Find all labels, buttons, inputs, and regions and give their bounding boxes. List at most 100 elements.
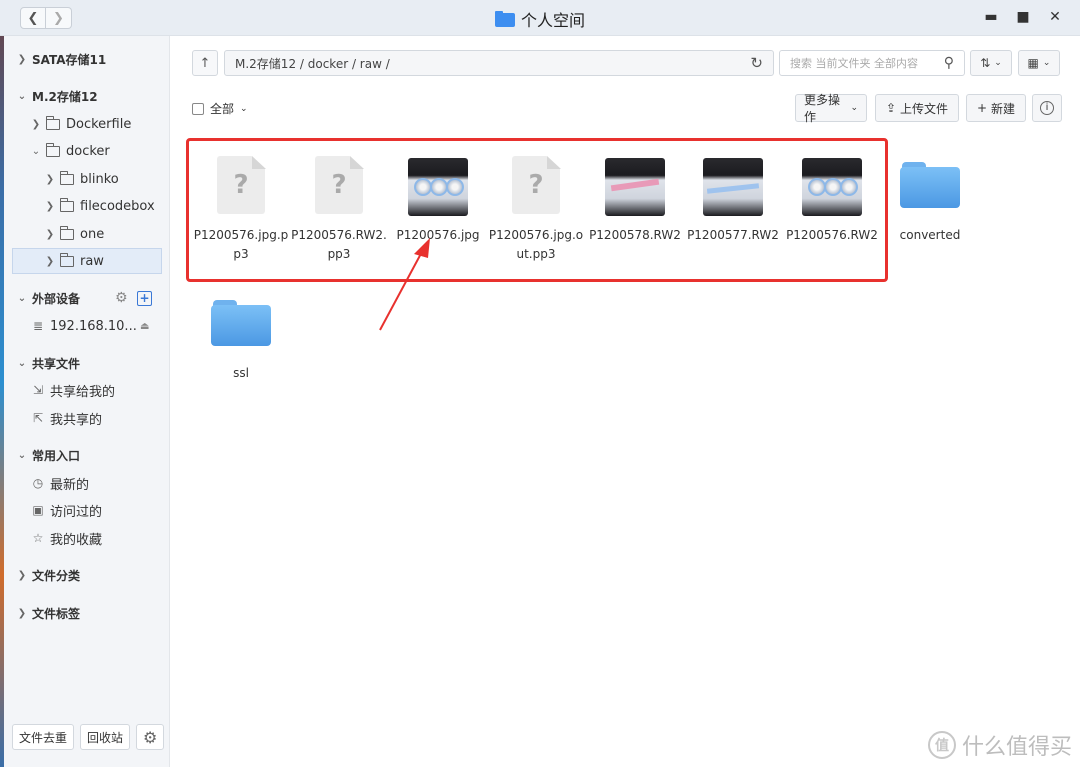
settings-button[interactable]: ⚙ — [136, 724, 165, 750]
sidebar-item-favorites[interactable]: ☆ 我的收藏 — [4, 525, 170, 551]
file-name: P1200577.RW2 — [687, 228, 779, 242]
file-tile[interactable]: P1200577.RW2 — [685, 156, 781, 245]
share-out-icon: ⇱ — [32, 411, 44, 425]
file-thumbnail — [703, 156, 763, 216]
folder-icon — [60, 170, 74, 185]
sidebar-item-dockerfile[interactable]: ❯ Dockerfile — [4, 111, 170, 137]
file-tile[interactable]: ? P1200576.RW2.pp3 — [291, 156, 387, 264]
info-button[interactable]: i — [1032, 94, 1062, 122]
chevron-right-icon[interactable]: ❯ — [44, 256, 56, 267]
sidebar-item-m2[interactable]: ⌄ M.2存储12 — [4, 83, 170, 109]
sidebar-item-my-shared[interactable]: ⇱ 我共享的 — [4, 405, 170, 431]
refresh-icon[interactable]: ↻ — [750, 54, 763, 72]
folder-name: ssl — [233, 366, 249, 380]
chevron-right-icon[interactable]: ❯ — [30, 119, 42, 130]
gear-icon[interactable]: ⚙ — [115, 290, 128, 306]
sidebar-item-blinko[interactable]: ❯ blinko — [4, 166, 170, 192]
chevron-right-icon[interactable]: ❯ — [16, 608, 28, 619]
select-all[interactable]: 全部 ⌄ — [192, 100, 248, 117]
sidebar-section-tags[interactable]: ❯ 文件标签 — [4, 600, 170, 626]
file-thumbnail — [605, 156, 665, 216]
sidebar-item-recent[interactable]: ◷ 最新的 — [4, 470, 170, 496]
chevron-down-icon[interactable]: ⌄ — [16, 293, 28, 304]
path-field[interactable]: M.2存储12 / docker / raw / ↻ — [224, 50, 774, 76]
add-device-icon[interactable]: + — [137, 290, 152, 306]
chevron-down-icon[interactable]: ⌄ — [30, 146, 42, 157]
sidebar-item-network-device[interactable]: ≣ 192.168.10... ⏏ — [4, 313, 170, 339]
file-thumbnail: ? — [309, 156, 369, 216]
info-icon: i — [1040, 101, 1054, 115]
chevron-down-icon: ⌄ — [1042, 58, 1051, 68]
plus-icon: + — [976, 101, 988, 115]
file-tile[interactable]: ? P1200576.jpg.out.pp3 — [488, 156, 584, 264]
share-in-icon: ⇲ — [32, 383, 44, 397]
window-controls: ▬ ■ ✕ — [982, 8, 1064, 26]
folder-icon — [46, 142, 60, 157]
chevron-right-icon[interactable]: ❯ — [16, 54, 28, 65]
eject-icon[interactable]: ⏏ — [140, 321, 149, 332]
sidebar-item-sata[interactable]: ❯ SATA存储11 — [4, 46, 170, 72]
file-thumbnail — [408, 156, 468, 216]
photo-thumbnail — [408, 158, 468, 216]
chevron-right-icon[interactable]: ❯ — [44, 174, 56, 185]
sidebar-section-shared[interactable]: ⌄ 共享文件 — [4, 350, 170, 376]
gear-icon: ⚙ — [143, 727, 158, 747]
file-tile[interactable]: ? P1200576.jpg.pp3 — [193, 156, 289, 264]
annotation-arrow — [379, 238, 430, 331]
sidebar-item-shared-to-me[interactable]: ⇲ 共享给我的 — [4, 377, 170, 403]
chevron-down-icon[interactable]: ⌄ — [16, 358, 28, 369]
close-icon[interactable]: ✕ — [1046, 8, 1064, 26]
file-name: P1200576.jpg.out.pp3 — [488, 228, 584, 261]
search-input[interactable]: 搜索 当前文件夹 全部内容 ⚲ — [779, 50, 965, 76]
search-icon[interactable]: ⚲ — [944, 55, 954, 71]
sidebar-item-one[interactable]: ❯ one — [4, 221, 170, 247]
upload-button[interactable]: ⇪ 上传文件 — [875, 94, 959, 122]
maximize-icon[interactable]: ■ — [1014, 8, 1032, 26]
grid-icon: ▦ — [1027, 56, 1039, 70]
new-button[interactable]: + 新建 — [966, 94, 1026, 122]
view-mode-button[interactable]: ▦ ⌄ — [1018, 50, 1060, 76]
dedupe-button[interactable]: 文件去重 — [12, 724, 75, 750]
folder-tile[interactable]: ssl — [193, 294, 289, 383]
server-icon: ≣ — [32, 319, 44, 333]
file-tile[interactable]: P1200576.RW2 — [784, 156, 880, 245]
folder-thumbnail — [900, 156, 960, 216]
chevron-right-icon[interactable]: ❯ — [44, 229, 56, 240]
minimize-icon[interactable]: ▬ — [982, 8, 1000, 26]
file-name: P1200578.RW2 — [589, 228, 681, 242]
sidebar-item-filecodebox[interactable]: ❯ filecodebox — [4, 193, 170, 219]
chevron-down-icon: ⌄ — [240, 103, 248, 114]
sidebar: ❯ SATA存储11 ⌄ M.2存储12 ❯ Dockerfile ⌄ docker ❯… — [4, 36, 170, 767]
chevron-down-icon: ⌄ — [850, 103, 858, 113]
sort-button[interactable]: ⇅ ⌄ — [970, 50, 1012, 76]
chevron-down-icon[interactable]: ⌄ — [16, 450, 28, 461]
chevron-right-icon[interactable]: ❯ — [16, 570, 28, 581]
chevron-right-icon[interactable]: ❯ — [44, 201, 56, 212]
folder-icon — [211, 300, 271, 346]
up-level-button[interactable]: ↑ — [192, 50, 218, 76]
sidebar-section-external[interactable]: ⌄ 外部设备 ⚙ + — [4, 285, 170, 311]
recycle-bin-button[interactable]: 回收站 — [80, 724, 131, 750]
file-tile[interactable]: P1200578.RW2 — [587, 156, 683, 245]
select-all-checkbox[interactable] — [192, 102, 204, 115]
folder-thumbnail — [211, 294, 271, 354]
folder-icon — [900, 162, 960, 208]
window-title: 个人空间 — [0, 7, 1080, 31]
chevron-down-icon: ⌄ — [994, 58, 1002, 68]
sidebar-item-docker[interactable]: ⌄ docker — [4, 138, 170, 164]
folder-icon — [60, 225, 74, 240]
watermark: 值 什么值得买 — [927, 729, 1072, 761]
sidebar-section-common[interactable]: ⌄ 常用入口 — [4, 442, 170, 468]
file-tile[interactable]: P1200576.jpg — [390, 156, 486, 245]
file-manager-window: ❮ ❯ 个人空间 ▬ ■ ✕ ❯ SATA存储11 ⌄ M.2存储12 ❯ Docke… — [0, 0, 1080, 767]
more-actions-button[interactable]: 更多操作 ⌄ — [795, 93, 867, 124]
sidebar-section-categories[interactable]: ❯ 文件分类 — [4, 562, 170, 588]
folder-icon — [46, 115, 60, 130]
watermark-text: 什么值得买 — [961, 735, 1072, 760]
sidebar-item-visited[interactable]: ▣ 访问过的 — [4, 497, 170, 523]
sidebar-bottom-buttons: 文件去重 回收站 ⚙ — [12, 724, 165, 750]
chevron-down-icon[interactable]: ⌄ — [16, 91, 28, 102]
sidebar-item-raw[interactable]: ❯ raw — [12, 248, 162, 274]
folder-tile[interactable]: converted — [882, 156, 978, 245]
file-name: P1200576.RW2 — [786, 228, 878, 242]
